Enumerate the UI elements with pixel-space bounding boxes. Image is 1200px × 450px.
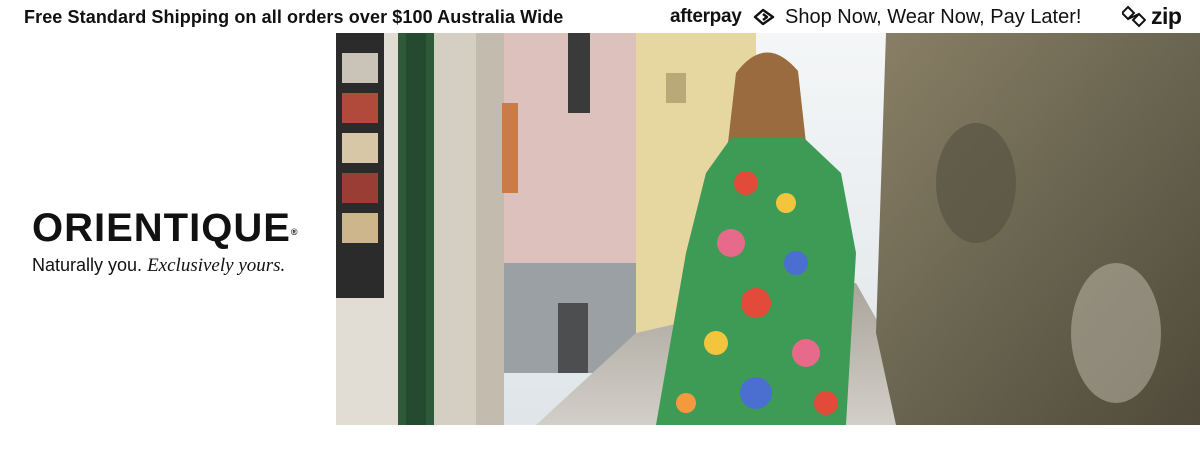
afterpay-tagline: Shop Now, Wear Now, Pay Later! bbox=[785, 6, 1082, 28]
brand-slogan: Naturally you. Exclusively yours. bbox=[32, 255, 322, 277]
registered-mark: ® bbox=[290, 227, 299, 237]
zip-logo: zip bbox=[1151, 3, 1182, 29]
hero-banner-image[interactable] bbox=[336, 33, 1200, 425]
brand-name: ORIENTIQUE bbox=[32, 206, 291, 250]
promo-topbar: Free Standard Shipping on all orders ove… bbox=[0, 0, 1200, 34]
afterpay-arrows-icon bbox=[753, 8, 775, 26]
slogan-emphasis: Exclusively yours. bbox=[147, 255, 286, 276]
fashion-photo-image bbox=[336, 33, 1200, 425]
brand-logo[interactable]: ORIENTIQUE® bbox=[32, 205, 322, 251]
afterpay-logo: afterpay bbox=[670, 6, 742, 27]
shipping-promo-text: Free Standard Shipping on all orders ove… bbox=[24, 7, 564, 27]
orientique-brand-block[interactable]: ORIENTIQUE® Naturally you. Exclusively y… bbox=[32, 205, 322, 277]
zip-logo-icon bbox=[1122, 5, 1146, 28]
slogan-plain: Naturally you. bbox=[32, 255, 143, 275]
